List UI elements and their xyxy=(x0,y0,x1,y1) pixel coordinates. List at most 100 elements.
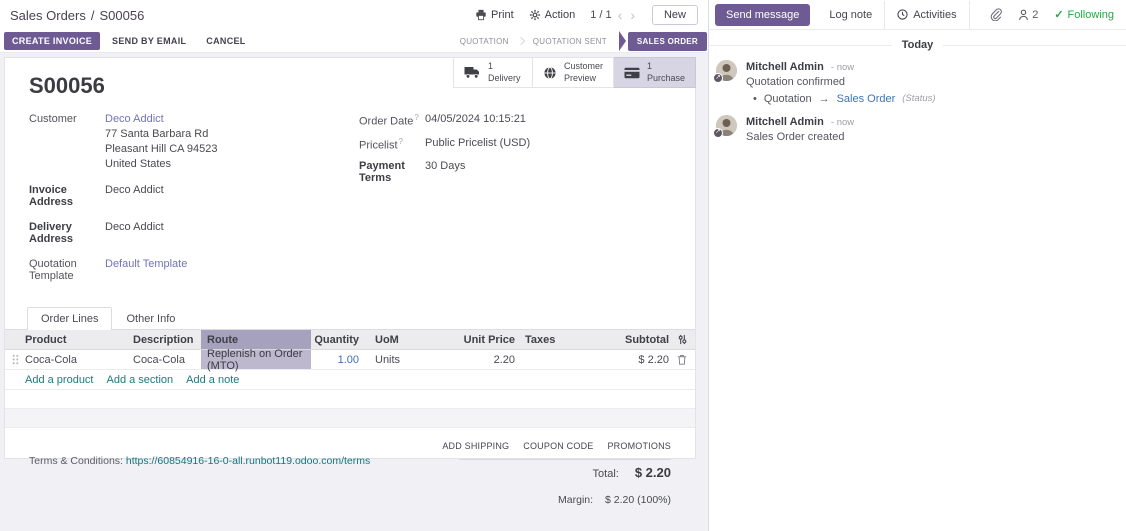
header-route-highlighted: Route xyxy=(201,330,311,349)
header-subtotal: Subtotal xyxy=(603,330,669,349)
optional-columns-icon[interactable] xyxy=(669,330,695,349)
statusbar: QUOTATION QUOTATION SENT SALES ORDER xyxy=(452,30,707,52)
field-order-date: Order Date? 04/05/2024 10:15:21 xyxy=(359,112,671,128)
breadcrumb-separator: / xyxy=(91,8,95,23)
pager-previous-icon[interactable]: ‹ xyxy=(616,8,625,22)
pager-next-icon[interactable]: › xyxy=(628,8,637,22)
tracking-value-change: • Quotation → Sales Order (Status) xyxy=(746,90,1112,105)
delivery-address-value[interactable]: Deco Addict xyxy=(105,220,164,245)
header-uom: UoM xyxy=(359,330,421,349)
tab-other-info[interactable]: Other Info xyxy=(112,307,189,329)
form-sheet: 1 Delivery Customer Preview xyxy=(4,57,696,459)
note-badge-icon: ↗ xyxy=(713,128,723,138)
person-icon xyxy=(1018,9,1029,21)
delivery-address-label: Delivery Address xyxy=(29,220,105,245)
date-separator-label: Today xyxy=(902,39,934,51)
header-product: Product xyxy=(25,330,133,349)
cell-quantity[interactable]: 1.00 xyxy=(338,354,359,366)
delete-line-trash-icon[interactable] xyxy=(669,350,695,369)
chatter-message: ↗ Mitchell Admin - now Quotation confirm… xyxy=(709,56,1126,111)
terms-and-conditions: Terms & Conditions: https://60854916-16-… xyxy=(29,455,370,506)
following-button[interactable]: ✓ Following xyxy=(1054,8,1114,21)
purchase-count: 1 xyxy=(647,61,685,73)
chatter-panel: Send message Log note Activities 2 xyxy=(708,0,1126,531)
quotation-template-label: Quotation Template xyxy=(29,257,105,282)
send-message-button[interactable]: Send message xyxy=(715,4,810,26)
total-label: Total: xyxy=(593,468,619,480)
invoice-address-value[interactable]: Deco Addict xyxy=(105,183,164,208)
followers-button[interactable]: 2 xyxy=(1018,9,1038,21)
note-badge-icon: ↗ xyxy=(713,73,723,83)
control-panel-top-row: Sales Orders / S00056 Print xyxy=(0,0,708,30)
purchase-label: Purchase xyxy=(647,73,685,85)
tab-order-lines[interactable]: Order Lines xyxy=(27,307,112,330)
delivery-count: 1 xyxy=(488,61,521,73)
breadcrumb-current: S00056 xyxy=(100,8,145,23)
tracking-new-value-link[interactable]: Sales Order xyxy=(837,93,896,105)
chevron-right-icon xyxy=(517,37,525,45)
avatar[interactable]: ↗ xyxy=(716,60,737,81)
terms-label: Terms & Conditions: xyxy=(29,455,123,467)
drag-handle-icon[interactable] xyxy=(5,350,25,369)
message-author: Mitchell Admin xyxy=(746,116,824,128)
header-buttons: CREATE INVOICE SEND BY EMAIL CANCEL xyxy=(4,32,254,50)
breadcrumb-sales-orders[interactable]: Sales Orders xyxy=(10,8,86,23)
avatar[interactable]: ↗ xyxy=(716,115,737,136)
message-body: Quotation confirmed xyxy=(746,75,1112,90)
send-by-email-button[interactable]: SEND BY EMAIL xyxy=(104,32,194,50)
add-a-section-link[interactable]: Add a section xyxy=(107,374,174,386)
notebook: Order Lines Other Info Product Descripti… xyxy=(5,307,695,428)
activities-button[interactable]: Activities xyxy=(885,1,969,29)
terms-url-link[interactable]: https://60854916-16-0-all.runbot119.odoo… xyxy=(126,455,370,467)
promotions-button[interactable]: PROMOTIONS xyxy=(607,441,671,451)
tracking-old-value: Quotation xyxy=(764,93,812,105)
create-invoice-button[interactable]: CREATE INVOICE xyxy=(4,32,100,50)
globe-icon xyxy=(543,66,557,80)
tracking-bullet: • xyxy=(753,93,757,105)
cell-description: Coca-Cola xyxy=(133,350,201,369)
cancel-button[interactable]: CANCEL xyxy=(198,32,253,50)
purchase-smart-button[interactable]: 1 Purchase xyxy=(614,57,696,88)
credit-card-icon xyxy=(624,67,640,79)
customer-preview-smart-button[interactable]: Customer Preview xyxy=(533,57,614,88)
date-separator: Today xyxy=(709,30,1126,56)
delivery-label: Delivery xyxy=(488,73,521,85)
check-icon: ✓ xyxy=(1054,8,1063,21)
cell-product: Coca-Cola xyxy=(25,350,133,369)
notebook-tabs: Order Lines Other Info xyxy=(5,307,695,329)
add-a-product-link[interactable]: Add a product xyxy=(25,374,94,386)
status-step-quotation[interactable]: QUOTATION xyxy=(452,37,517,46)
order-date-value[interactable]: 04/05/2024 10:15:21 xyxy=(425,112,526,128)
pricelist-value[interactable]: Public Pricelist (USD) xyxy=(425,136,530,152)
print-button[interactable]: Print xyxy=(475,9,514,21)
quotation-template-link[interactable]: Default Template xyxy=(105,257,187,282)
field-group-right: Order Date? 04/05/2024 10:15:21 Pricelis… xyxy=(359,112,671,294)
status-step-quotation-sent[interactable]: QUOTATION SENT xyxy=(525,37,615,46)
chatter-message: ↗ Mitchell Admin - now Sales Order creat… xyxy=(709,111,1126,151)
control-panel: Sales Orders / S00056 Print xyxy=(0,0,708,53)
order-line-row[interactable]: Coca-Cola Coca-Cola Replenish on Order (… xyxy=(5,350,695,370)
add-a-note-link[interactable]: Add a note xyxy=(186,374,239,386)
paperclip-icon[interactable] xyxy=(989,8,1002,21)
pager-value: 1 / 1 xyxy=(590,9,611,21)
delivery-smart-button[interactable]: 1 Delivery xyxy=(453,57,533,88)
sheet-footer: Terms & Conditions: https://60854916-16-… xyxy=(5,428,695,506)
totals-divider xyxy=(459,459,671,460)
log-note-button[interactable]: Log note xyxy=(817,1,885,29)
field-payment-terms: Payment Terms 30 Days xyxy=(359,159,671,184)
clock-icon xyxy=(897,9,908,20)
message-time: - now xyxy=(831,117,854,128)
payment-terms-value[interactable]: 30 Days xyxy=(425,159,465,184)
cell-unit-price: 2.20 xyxy=(421,350,515,369)
coupon-code-button[interactable]: COUPON CODE xyxy=(523,441,593,451)
order-lines-table: Product Description Route Quantity UoM U… xyxy=(5,329,695,428)
status-arrow-icon xyxy=(619,31,626,51)
status-step-sales-order-active[interactable]: SALES ORDER xyxy=(628,32,707,51)
customer-link[interactable]: Deco Addict xyxy=(105,113,164,125)
message-author: Mitchell Admin xyxy=(746,61,824,73)
follower-count: 2 xyxy=(1032,9,1038,21)
total-row: Total: $ 2.20 xyxy=(593,465,671,480)
add-shipping-button[interactable]: ADD SHIPPING xyxy=(442,441,509,451)
new-button[interactable]: New xyxy=(652,5,698,25)
action-button[interactable]: Action xyxy=(529,9,576,21)
